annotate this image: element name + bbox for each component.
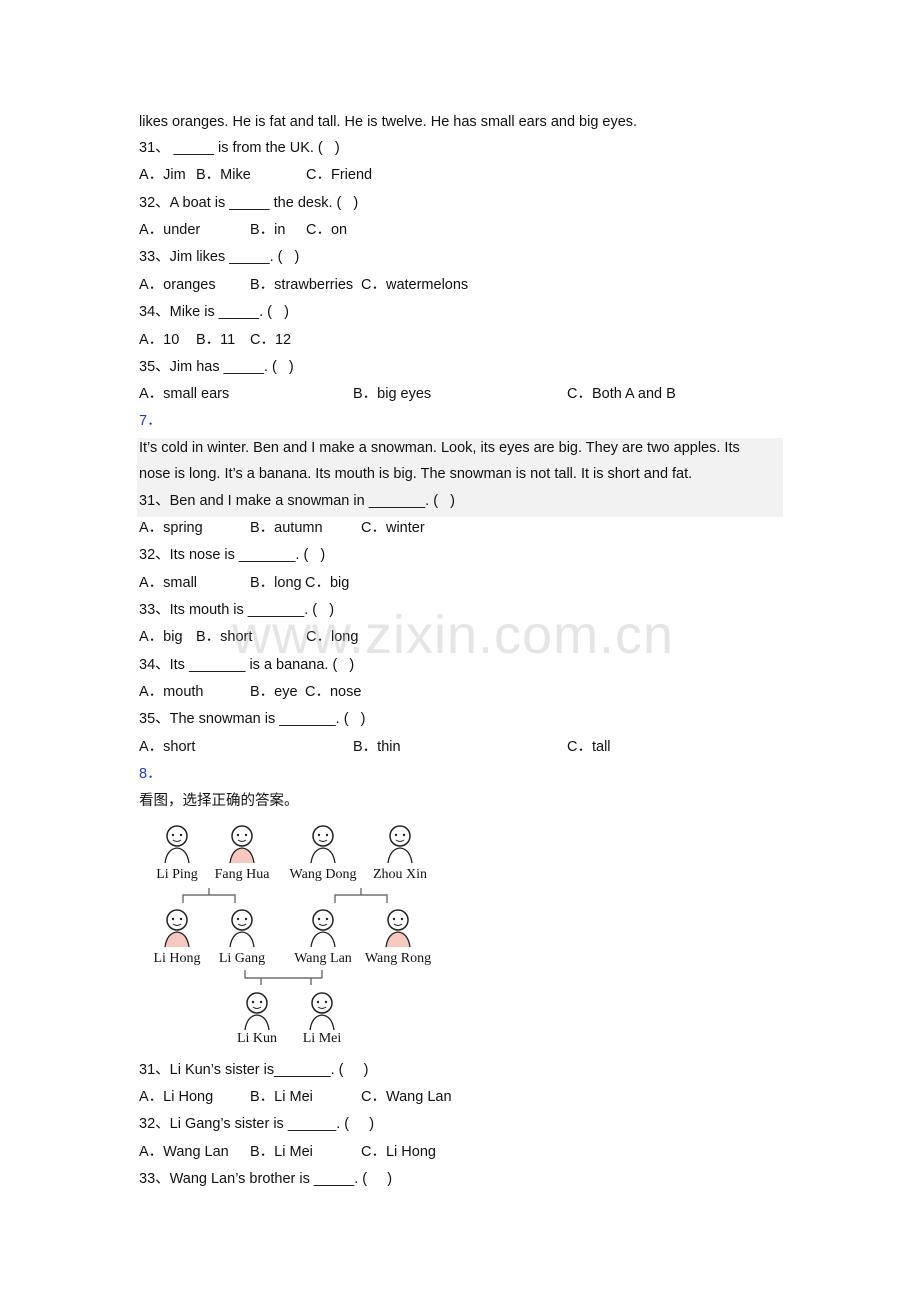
person-name: Li Ping bbox=[156, 867, 198, 882]
option: B．Li Mei bbox=[250, 1089, 313, 1105]
person-illustration bbox=[222, 907, 262, 953]
person-name: Li Gang bbox=[218, 951, 266, 966]
connector bbox=[182, 888, 236, 903]
person-illustration bbox=[157, 823, 197, 869]
person-name: Li Kun bbox=[236, 1031, 278, 1046]
person-name: Wang Dong bbox=[289, 867, 357, 882]
person-name: Wang Lan bbox=[294, 951, 352, 966]
document-page: likes oranges. He is fat and tall. He is… bbox=[0, 0, 920, 1302]
connector bbox=[244, 970, 323, 985]
person-illustration bbox=[380, 823, 420, 869]
option: B．Li Mei bbox=[250, 1144, 313, 1160]
option: A．Wang Lan bbox=[139, 1144, 229, 1160]
person-illustration bbox=[303, 823, 343, 869]
option: A．Li Hong bbox=[139, 1089, 214, 1105]
option: C．Wang Lan bbox=[361, 1089, 452, 1105]
person-name: Wang Rong bbox=[364, 951, 432, 966]
person-name: Li Mei bbox=[302, 1031, 342, 1046]
person-illustration bbox=[157, 907, 197, 953]
option: C．Li Hong bbox=[361, 1144, 436, 1160]
question: 33、Wang Lan’s brother is _____. ( ) bbox=[139, 1171, 393, 1187]
person-name: Li Hong bbox=[153, 951, 201, 966]
person-illustration bbox=[222, 823, 262, 869]
connector bbox=[334, 888, 388, 903]
watermark: www.zixin.com.cn bbox=[232, 605, 675, 665]
person-name: Fang Hua bbox=[214, 867, 270, 882]
question: 32、Li Gang’s sister is ______. ( ) bbox=[139, 1116, 375, 1132]
question: 31、Li Kun’s sister is_______. ( ) bbox=[139, 1062, 369, 1078]
person-illustration bbox=[303, 907, 343, 953]
person-illustration bbox=[378, 907, 418, 953]
person-name: Zhou Xin bbox=[372, 867, 428, 882]
person-illustration bbox=[237, 990, 277, 1036]
person-illustration bbox=[302, 990, 342, 1036]
